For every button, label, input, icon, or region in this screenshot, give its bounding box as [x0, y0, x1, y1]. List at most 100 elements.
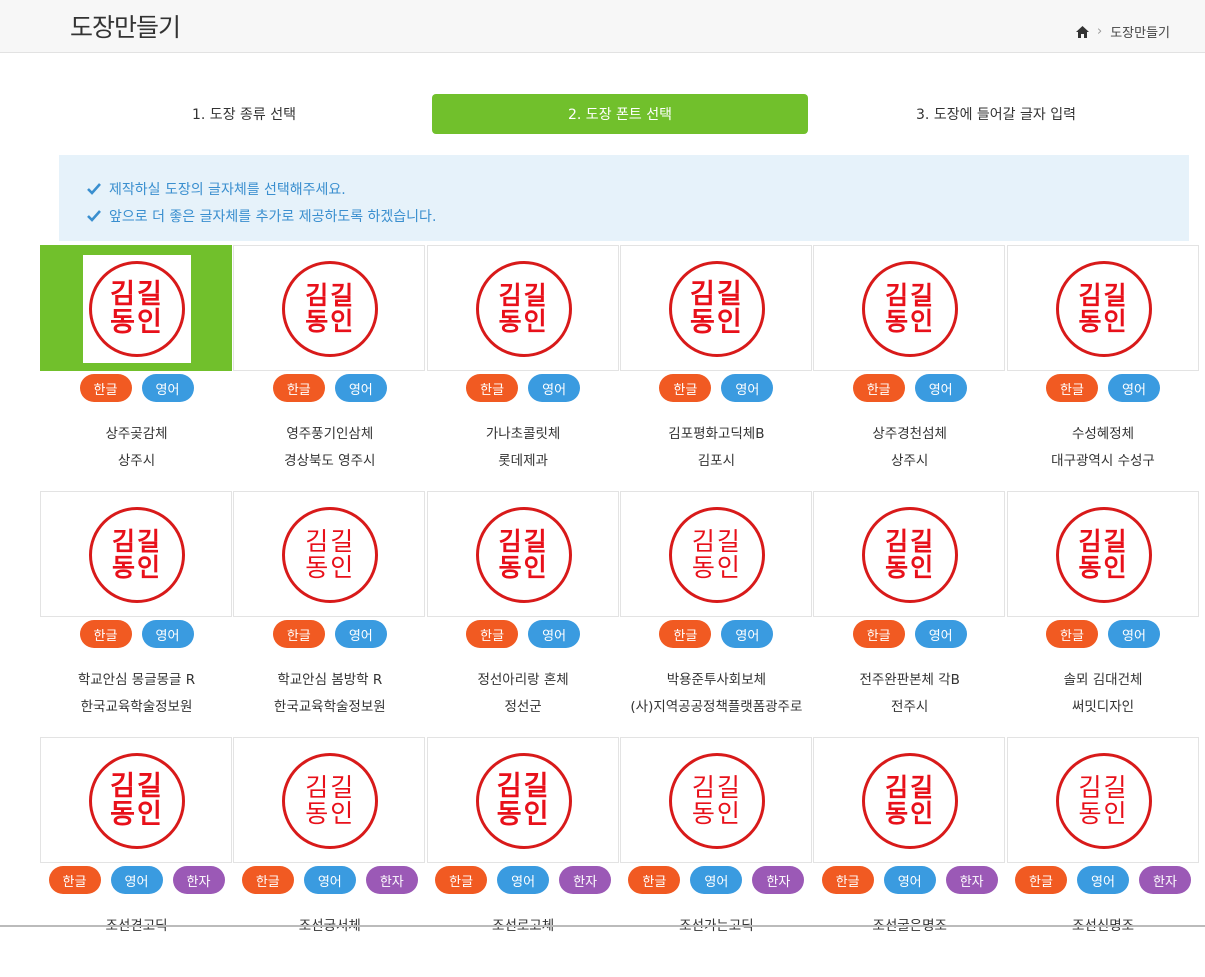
stamp-line-1: 김길 [1078, 526, 1129, 556]
stamp-preview[interactable]: 김길 동인 [40, 491, 232, 617]
stamp-line-2: 동인 [110, 307, 164, 338]
stamp-preview[interactable]: 김길 동인 [426, 737, 619, 863]
english-button[interactable]: 영어 [883, 866, 936, 894]
english-button[interactable]: 영어 [528, 620, 581, 648]
font-card: 김길 동인 한글 영어 정선아리랑 혼체 정선군 [426, 491, 620, 731]
stamp-preview[interactable]: 김길 동인 [426, 245, 619, 371]
hanja-button[interactable]: 한자 [559, 866, 612, 894]
language-buttons: 한글 영어 [40, 620, 233, 648]
english-button[interactable]: 영어 [690, 866, 743, 894]
stamp-preview[interactable]: 김길 동인 [1006, 737, 1199, 863]
stamp-preview[interactable]: 김길 동인 [813, 737, 1006, 863]
korean-button[interactable]: 한글 [1046, 374, 1098, 402]
stamp-preview[interactable]: 김길 동인 [40, 737, 232, 863]
stamp-preview[interactable]: 김길 동인 [1006, 245, 1199, 371]
font-name: 수성혜정체 [1071, 426, 1135, 442]
stamp-line-2: 동인 [885, 307, 936, 336]
english-button[interactable]: 영어 [528, 374, 581, 402]
font-name: 조선로고체 [492, 918, 555, 934]
english-button[interactable]: 영어 [721, 374, 774, 402]
font-maker: 상주시 [891, 453, 929, 469]
stamp-preview[interactable]: 김길 동인 [813, 245, 1006, 371]
stamp-preview[interactable]: 김길 동인 [233, 245, 426, 371]
stamp-line-2: 동인 [691, 553, 742, 582]
page-title: 도장만들기 [70, 13, 181, 42]
english-button[interactable]: 영어 [914, 620, 967, 648]
korean-button[interactable]: 한글 [466, 620, 519, 648]
korean-button[interactable]: 한글 [659, 374, 712, 402]
font-card: 김길 동인 한글 영어 상주경천섬체 상주시 [813, 245, 1006, 485]
hanja-button[interactable]: 한자 [365, 866, 418, 894]
english-button[interactable]: 영어 [141, 374, 194, 402]
korean-button[interactable]: 한글 [48, 866, 101, 894]
english-button[interactable]: 영어 [497, 866, 550, 894]
stamp-line-1: 김길 [885, 280, 936, 310]
korean-button[interactable]: 한글 [1046, 620, 1098, 648]
stamp-preview[interactable]: 김길 동인 [233, 491, 426, 617]
hanja-button[interactable]: 한자 [945, 866, 998, 894]
stamp-preview[interactable]: 김길 동인 [813, 491, 1006, 617]
stamp-preview[interactable]: 김길 동인 [1006, 491, 1199, 617]
english-button[interactable]: 영어 [1108, 374, 1160, 402]
home-icon[interactable] [1075, 25, 1089, 38]
stamp-preview[interactable]: 김길 동인 [233, 737, 426, 863]
korean-button[interactable]: 한글 [79, 374, 132, 402]
hanja-button[interactable]: 한자 [752, 866, 805, 894]
stamp-seal: 김길 동인 [1055, 753, 1152, 849]
korean-button[interactable]: 한글 [852, 374, 905, 402]
stamp-preview[interactable]: 김길 동인 [619, 491, 812, 617]
font-maker: 한국교육학술정보원 [273, 699, 386, 715]
stamp-seal: 김길 동인 [668, 507, 765, 603]
korean-button[interactable]: 한글 [1015, 866, 1067, 894]
stamp-seal: 김길 동인 [89, 261, 185, 357]
english-button[interactable]: 영어 [141, 620, 194, 648]
korean-button[interactable]: 한글 [435, 866, 488, 894]
font-name: 조선가는고딕 [679, 918, 754, 934]
stamp-preview[interactable]: 김길 동인 [619, 737, 812, 863]
english-button[interactable]: 영어 [721, 620, 774, 648]
korean-button[interactable]: 한글 [79, 620, 132, 648]
stamp-line-2: 동인 [498, 307, 549, 336]
step-3-tab[interactable]: 3. 도장에 들어갈 글자 입력 [808, 94, 1184, 134]
stamp-line-1: 김길 [498, 280, 549, 310]
stamp-line-1: 김길 [691, 772, 742, 802]
english-button[interactable]: 영어 [334, 374, 387, 402]
english-button[interactable]: 영어 [1077, 866, 1129, 894]
step-1-tab[interactable]: 1. 도장 종류 선택 [56, 94, 432, 134]
english-button[interactable]: 영어 [914, 374, 967, 402]
font-card: 김길 동인 한글 영어 솔뫼 김대건체 써밋디자인 [1006, 491, 1200, 731]
korean-button[interactable]: 한글 [852, 620, 905, 648]
english-button[interactable]: 영어 [110, 866, 163, 894]
font-card: 김길 동인 한글 영어 한자 조선굴은명조 [813, 737, 1006, 977]
hanja-button[interactable]: 한자 [172, 866, 225, 894]
korean-button[interactable]: 한글 [466, 374, 519, 402]
stamp-image: 김길 동인 [83, 747, 191, 855]
stamp-seal: 김길 동인 [282, 507, 379, 603]
hanja-button[interactable]: 한자 [1139, 866, 1191, 894]
korean-button[interactable]: 한글 [272, 620, 325, 648]
english-button[interactable]: 영어 [1108, 620, 1160, 648]
stamp-preview[interactable]: 김길 동인 [40, 245, 232, 371]
font-name: 조선신명조 [1071, 918, 1135, 934]
font-card: 김길 동인 한글 영어 박용준투사회보체 (사)지역공공정책플랫폼광주로 [619, 491, 813, 731]
font-maker: 써밋디자인 [1071, 699, 1135, 715]
breadcrumb-current: 도장만들기 [1110, 26, 1170, 41]
font-card: 김길 동인 한글 영어 한자 조선궁서체 [233, 737, 426, 977]
korean-button[interactable]: 한글 [821, 866, 874, 894]
korean-button[interactable]: 한글 [272, 374, 325, 402]
font-name: 상주경천섬체 [872, 426, 947, 442]
korean-button[interactable]: 한글 [628, 866, 681, 894]
font-card: 김길 동인 한글 영어 김포평화고딕체B 김포시 [619, 245, 813, 485]
stamp-preview[interactable]: 김길 동인 [426, 491, 619, 617]
stamp-preview[interactable]: 김길 동인 [619, 245, 812, 371]
stamp-seal: 김길 동인 [1055, 507, 1152, 603]
english-button[interactable]: 영어 [334, 620, 387, 648]
english-button[interactable]: 영어 [303, 866, 356, 894]
korean-button[interactable]: 한글 [241, 866, 294, 894]
stamp-line-2: 동인 [885, 799, 936, 828]
korean-button[interactable]: 한글 [659, 620, 712, 648]
stamp-line-2: 동인 [305, 553, 356, 582]
stamp-seal: 김길 동인 [475, 507, 572, 603]
stamp-line-1: 김길 [498, 526, 549, 556]
step-2-tab[interactable]: 2. 도장 폰트 선택 [432, 94, 808, 134]
